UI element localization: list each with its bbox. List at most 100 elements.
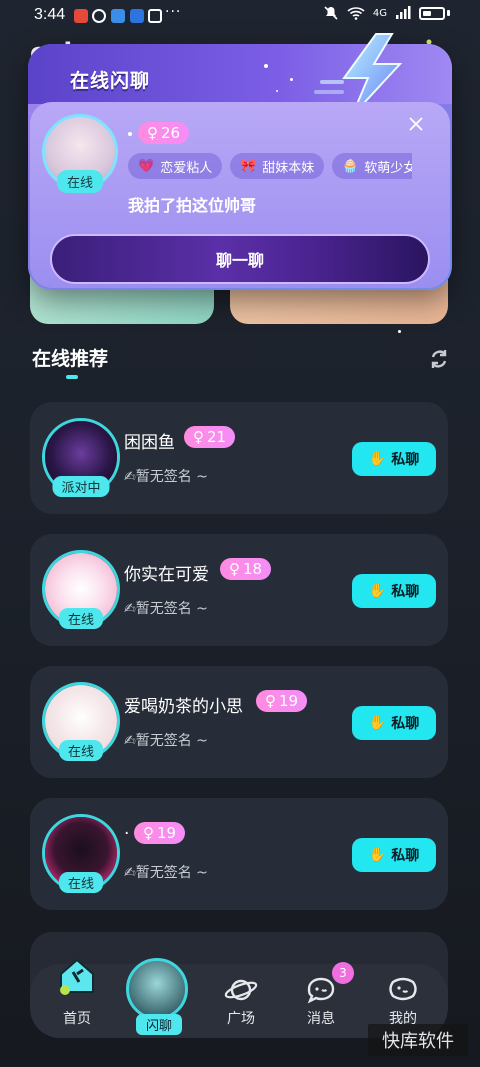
sparkle — [264, 64, 268, 68]
tag-chip: 🧁 软萌少女 — [332, 153, 412, 179]
section-underline — [66, 375, 78, 379]
private-chat-button[interactable]: ✋ 私聊 — [352, 838, 436, 872]
age-pill: ♀ 21 — [184, 426, 236, 448]
status-bar: 3:44 ··· 4G — [0, 0, 480, 32]
age-value: 18 — [243, 560, 263, 578]
app-notification-icon — [74, 9, 88, 23]
status-badge: 在线 — [58, 872, 104, 893]
bow-icon: 🎀 — [240, 158, 257, 174]
user-card[interactable]: 在线 爱喝奶茶的小思 ♀ 19 ✍暂无签名 ~ ✋ 私聊 — [30, 666, 448, 778]
age-value: 19 — [279, 692, 299, 710]
more-notifications-icon: ··· — [165, 4, 182, 20]
tag-chip: 💗 恋爱粘人 — [128, 153, 223, 179]
close-icon[interactable] — [408, 116, 424, 132]
tag-label: 甜妹本妹 — [262, 160, 315, 176]
sparkle — [398, 330, 401, 333]
tag-chip: 🎀 甜妹本妹 — [230, 153, 325, 179]
message-icon — [307, 977, 335, 1004]
status-time: 3:44 — [34, 6, 66, 23]
age-pill: ♀ 19 — [134, 822, 186, 844]
tag-label: 恋爱粘人 — [160, 160, 213, 176]
private-chat-label: 私聊 — [391, 716, 420, 732]
tag-label: 软萌少女 — [364, 160, 412, 176]
chat-now-button[interactable]: 聊一聊 — [50, 234, 430, 284]
name-dot — [128, 132, 132, 136]
status-badge: 在线 — [58, 608, 104, 629]
signal-icon — [396, 6, 411, 19]
private-chat-label: 私聊 — [391, 848, 420, 864]
user-card[interactable]: 派对中 困困鱼 ♀ 21 ✍暂无签名 ~ ✋ 私聊 — [30, 402, 448, 514]
section-title: 在线推荐 — [32, 348, 109, 370]
nav-square[interactable]: 广场 — [206, 964, 276, 1038]
wifi-icon — [347, 7, 365, 20]
avatar[interactable]: 在线 — [42, 814, 120, 893]
user-name: 爱喝奶茶的小思 — [124, 697, 243, 717]
mute-icon — [324, 6, 338, 20]
age-pill: ♀ 19 — [256, 690, 308, 712]
user-card[interactable]: 在线 · ♀ 19 ✍暂无签名 ~ ✋ 私聊 — [30, 798, 448, 910]
private-chat-label: 私聊 — [391, 584, 420, 600]
network-type: 4G — [372, 7, 387, 19]
private-chat-button[interactable]: ✋ 私聊 — [352, 574, 436, 608]
app-icon-blue — [111, 9, 125, 23]
private-chat-button[interactable]: ✋ 私聊 — [352, 442, 436, 476]
avatar[interactable]: 在线 — [42, 682, 120, 761]
user-signature: ✍暂无签名 ~ — [124, 733, 208, 749]
profile-icon — [389, 977, 417, 1001]
battery-icon — [419, 6, 445, 20]
avatar[interactable]: 在线 — [42, 114, 118, 193]
private-chat-button[interactable]: ✋ 私聊 — [352, 706, 436, 740]
status-badge: 在线 — [58, 740, 104, 761]
age-pill: ♀ 18 — [220, 558, 272, 580]
flash-chat-message: 我拍了拍这位帅哥 — [128, 196, 257, 215]
sparkle — [276, 90, 278, 92]
nav-label-square: 广场 — [227, 1011, 255, 1027]
heart-icon: 💗 — [138, 158, 155, 174]
flash-chat-title: 在线闪聊 — [70, 70, 151, 92]
nav-flash-avatar[interactable] — [126, 958, 188, 1020]
wave-icon: ✋ — [368, 451, 387, 467]
age-value: 26 — [161, 124, 181, 142]
age-pill: ♀ 26 — [138, 122, 190, 144]
user-signature: ✍暂无签名 ~ — [124, 601, 208, 617]
user-card[interactable]: 在线 你实在可爱 ♀ 18 ✍暂无签名 ~ ✋ 私聊 — [30, 534, 448, 646]
female-icon: ♀ — [265, 692, 276, 710]
user-name: · — [124, 824, 130, 844]
online-badge: 在线 — [56, 170, 104, 193]
planet-icon — [224, 979, 258, 1001]
nav-home[interactable]: 首页 — [42, 958, 112, 1038]
private-chat-label: 私聊 — [391, 452, 420, 468]
app-icon-outline — [148, 9, 162, 23]
user-signature: ✍暂无签名 ~ — [124, 865, 208, 881]
nav-label-messages: 消息 — [307, 1011, 335, 1027]
app-icon-blue-2 — [130, 9, 144, 23]
unread-badge: 3 — [332, 962, 354, 984]
female-icon: ♀ — [229, 560, 240, 578]
wechat-icon — [92, 9, 106, 23]
cupcake-icon: 🧁 — [342, 158, 359, 174]
nav-label-flash[interactable]: 闪聊 — [136, 1014, 183, 1035]
avatar[interactable]: 在线 — [42, 550, 120, 629]
home-icon — [60, 958, 94, 995]
watermark: 快库软件 — [368, 1024, 468, 1056]
age-value: 21 — [207, 428, 227, 446]
wave-icon: ✋ — [368, 715, 387, 731]
flash-chat-body: 在线 ♀ 26 💗 恋爱粘人 🎀 甜妹本妹 🧁 软萌少女 我拍了拍这位帅哥 聊一… — [30, 102, 450, 288]
status-badge: 派对中 — [52, 476, 110, 497]
female-icon: ♀ — [143, 824, 154, 842]
wave-icon: ✋ — [368, 847, 387, 863]
female-icon: ♀ — [193, 428, 204, 446]
age-value: 19 — [157, 824, 177, 842]
flash-chat-popup: 在线闪聊 在线 ♀ 26 💗 恋爱粘人 � — [28, 33, 452, 290]
user-name: 你实在可爱 — [124, 565, 209, 585]
user-signature: ✍暂无签名 ~ — [124, 469, 208, 485]
sparkle — [290, 78, 293, 81]
status-indicators: 4G — [323, 5, 450, 21]
refresh-icon[interactable] — [428, 348, 450, 370]
female-icon: ♀ — [147, 124, 158, 142]
nav-label-home: 首页 — [63, 1011, 91, 1027]
avatar[interactable]: 派对中 — [42, 418, 120, 497]
battery-cap — [447, 10, 450, 16]
wave-icon: ✋ — [368, 583, 387, 599]
user-name: 困困鱼 — [124, 433, 175, 453]
